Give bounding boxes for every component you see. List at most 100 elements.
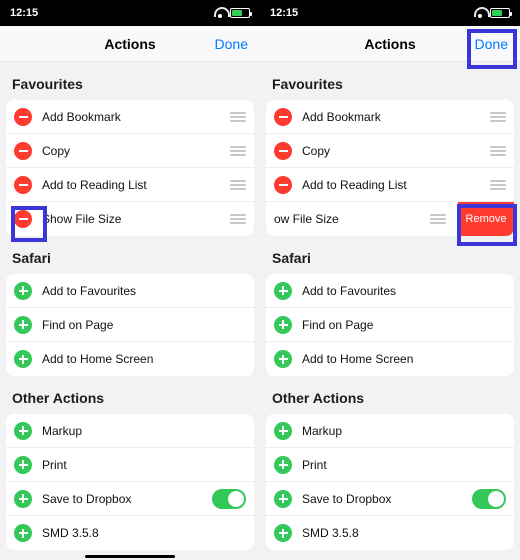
safari-row-favourites[interactable]: Add to Favourites (6, 274, 254, 308)
remove-icon[interactable] (14, 142, 32, 160)
remove-icon[interactable] (274, 108, 292, 126)
favourites-list: Add Bookmark Copy Add to Reading List Sh… (6, 100, 254, 236)
row-label: Add to Reading List (302, 178, 488, 192)
other-row-markup[interactable]: Markup (266, 414, 514, 448)
remove-icon[interactable] (274, 176, 292, 194)
add-icon[interactable] (274, 316, 292, 334)
remove-icon[interactable] (14, 210, 32, 228)
add-icon[interactable] (14, 350, 32, 368)
remove-icon[interactable] (14, 176, 32, 194)
row-label: Add to Home Screen (302, 352, 506, 366)
section-title-safari: Safari (6, 236, 254, 274)
section-title-other: Other Actions (266, 376, 514, 414)
add-icon[interactable] (14, 316, 32, 334)
section-title-favourites: Favourites (6, 62, 254, 100)
row-label: Save to Dropbox (302, 492, 472, 506)
row-label: Add to Reading List (42, 178, 228, 192)
safari-list: Add to Favourites Find on Page Add to Ho… (266, 274, 514, 376)
favourites-list: Add Bookmark Copy Add to Reading List ow… (266, 100, 514, 236)
drag-handle-icon[interactable] (228, 180, 246, 190)
status-icons (214, 8, 250, 18)
status-icons (474, 8, 510, 18)
add-icon[interactable] (14, 456, 32, 474)
remove-icon[interactable] (14, 108, 32, 126)
home-indicator (85, 555, 175, 558)
other-row-dropbox[interactable]: Save to Dropbox (266, 482, 514, 516)
safari-row-home-screen[interactable]: Add to Home Screen (6, 342, 254, 376)
row-label: SMD 3.5.8 (302, 526, 506, 540)
row-label: Find on Page (42, 318, 246, 332)
nav-bar: Actions Done (0, 26, 260, 62)
other-row-print[interactable]: Print (6, 448, 254, 482)
row-label: Print (42, 458, 246, 472)
toggle-switch[interactable] (472, 489, 506, 509)
drag-handle-icon[interactable] (488, 180, 506, 190)
row-label: Show File Size (42, 212, 228, 226)
row-label: ow File Size (274, 212, 428, 226)
other-row-smd[interactable]: SMD 3.5.8 (266, 516, 514, 550)
fav-row-reading-list[interactable]: Add to Reading List (6, 168, 254, 202)
safari-list: Add to Favourites Find on Page Add to Ho… (6, 274, 254, 376)
add-icon[interactable] (14, 422, 32, 440)
content: Favourites Add Bookmark Copy Add to Read… (0, 62, 260, 560)
row-label: Add to Favourites (302, 284, 506, 298)
safari-row-find[interactable]: Find on Page (6, 308, 254, 342)
remove-icon[interactable] (274, 142, 292, 160)
other-row-smd[interactable]: SMD 3.5.8 (6, 516, 254, 550)
row-label: Markup (302, 424, 506, 438)
add-icon[interactable] (274, 490, 292, 508)
status-bar: 12:15 (260, 0, 520, 26)
safari-row-home-screen[interactable]: Add to Home Screen (266, 342, 514, 376)
fav-row-file-size-slid[interactable]: ow File Size Remove (266, 202, 514, 236)
drag-handle-icon[interactable] (228, 214, 246, 224)
add-icon[interactable] (274, 282, 292, 300)
add-icon[interactable] (14, 490, 32, 508)
section-title-favourites: Favourites (266, 62, 514, 100)
row-label: Save to Dropbox (42, 492, 212, 506)
add-icon[interactable] (14, 282, 32, 300)
status-bar: 12:15 (0, 0, 260, 26)
safari-row-favourites[interactable]: Add to Favourites (266, 274, 514, 308)
phone-right: 12:15 Actions Done Favourites Add Bookma… (260, 0, 520, 560)
row-label: Copy (302, 144, 488, 158)
fav-row-copy[interactable]: Copy (6, 134, 254, 168)
remove-button[interactable]: Remove (458, 202, 514, 236)
add-icon[interactable] (274, 456, 292, 474)
row-label: Add to Favourites (42, 284, 246, 298)
nav-title: Actions (104, 36, 155, 52)
battery-icon (230, 8, 250, 18)
fav-row-bookmark[interactable]: Add Bookmark (6, 100, 254, 134)
done-button[interactable]: Done (473, 26, 510, 62)
add-icon[interactable] (274, 524, 292, 542)
drag-handle-icon[interactable] (228, 146, 246, 156)
row-label: Add to Home Screen (42, 352, 246, 366)
other-row-dropbox[interactable]: Save to Dropbox (6, 482, 254, 516)
add-icon[interactable] (274, 422, 292, 440)
status-time: 12:15 (270, 7, 298, 19)
other-list: Markup Print Save to Dropbox SMD 3.5.8 (266, 414, 514, 550)
wifi-icon (474, 9, 486, 18)
done-button[interactable]: Done (213, 26, 250, 62)
add-icon[interactable] (274, 350, 292, 368)
drag-handle-icon[interactable] (428, 214, 446, 224)
fav-row-bookmark[interactable]: Add Bookmark (266, 100, 514, 134)
status-time: 12:15 (10, 7, 38, 19)
other-row-markup[interactable]: Markup (6, 414, 254, 448)
row-label: Find on Page (302, 318, 506, 332)
fav-row-copy[interactable]: Copy (266, 134, 514, 168)
toggle-switch[interactable] (212, 489, 246, 509)
other-row-print[interactable]: Print (266, 448, 514, 482)
add-icon[interactable] (14, 524, 32, 542)
safari-row-find[interactable]: Find on Page (266, 308, 514, 342)
nav-title: Actions (364, 36, 415, 52)
battery-icon (490, 8, 510, 18)
two-phone-wrap: 12:15 Actions Done Favourites Add Bookma… (0, 0, 520, 560)
drag-handle-icon[interactable] (228, 112, 246, 122)
drag-handle-icon[interactable] (488, 112, 506, 122)
row-label: SMD 3.5.8 (42, 526, 246, 540)
drag-handle-icon[interactable] (488, 146, 506, 156)
wifi-icon (214, 9, 226, 18)
fav-row-reading-list[interactable]: Add to Reading List (266, 168, 514, 202)
fav-row-file-size[interactable]: Show File Size (6, 202, 254, 236)
phone-left: 12:15 Actions Done Favourites Add Bookma… (0, 0, 260, 560)
